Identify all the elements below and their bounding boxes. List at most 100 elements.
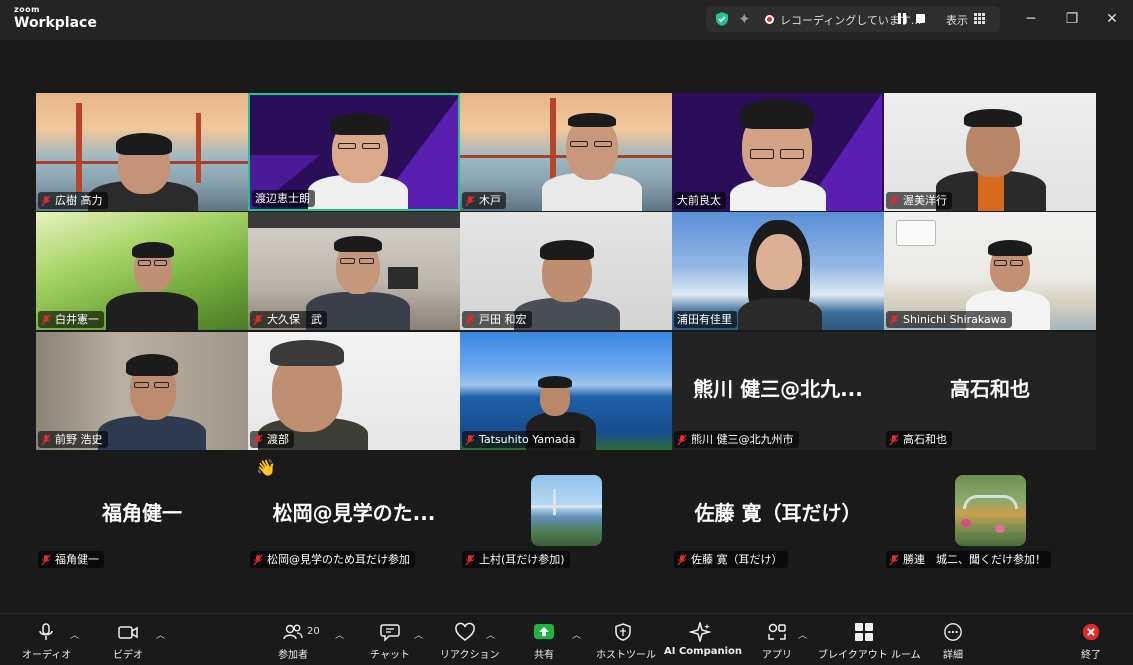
share-options-chevron-icon[interactable]: ︿ — [572, 628, 581, 641]
participant-name-label: 大久保 武 — [250, 311, 327, 328]
video-label: ビデオ — [113, 650, 143, 661]
participant-name-label: 戸田 和宏 — [462, 311, 532, 328]
chat-bubble-icon — [380, 624, 400, 642]
shield-icon — [615, 623, 631, 641]
mic-muted-icon — [253, 314, 263, 326]
participant-name-label: 勝連 城二、聞くだけ参加！ — [886, 551, 1051, 568]
mic-muted-icon — [41, 434, 51, 446]
chat-label: チャット — [370, 650, 410, 661]
zoom-logo: zoom Workplace — [14, 5, 97, 31]
no-video-tile[interactable]: 福角健一 福角健一 — [36, 452, 248, 570]
video-tile[interactable]: Tatsuhito Yamada — [460, 332, 672, 450]
grid-view-icon[interactable] — [974, 13, 985, 24]
minimize-button[interactable]: ─ — [1020, 8, 1042, 30]
video-tile[interactable]: 大久保 武 — [248, 212, 460, 330]
participant-display-name: 福角健一 — [102, 501, 182, 525]
view-button[interactable]: 表示 — [946, 12, 968, 28]
video-tile[interactable]: Shinichi Shirakawa — [884, 212, 1096, 330]
video-tile[interactable]: 浦田有佳里 — [672, 212, 884, 330]
video-tile[interactable]: 木戸 — [460, 93, 672, 211]
pause-recording-button[interactable] — [897, 13, 907, 24]
participant-name-label: Tatsuhito Yamada — [462, 431, 581, 448]
video-tile[interactable]: 前野 浩史 — [36, 332, 248, 450]
avatar — [955, 475, 1026, 546]
end-meeting-button[interactable]: 終了 — [1076, 622, 1106, 661]
breakout-rooms-button[interactable]: ブレイクアウト ルーム — [818, 622, 921, 661]
reactions-options-chevron-icon[interactable]: ︿ — [486, 628, 495, 641]
video-tile-active-speaker[interactable]: 渡辺恵士朗 — [248, 93, 460, 211]
ai-sparkle-icon — [689, 622, 711, 642]
participant-name-label: 木戸 — [462, 192, 506, 209]
mic-muted-icon — [889, 314, 899, 326]
mic-muted-icon — [41, 554, 51, 566]
mic-muted-icon — [253, 554, 263, 566]
mic-muted-icon — [253, 434, 263, 446]
apps-options-chevron-icon[interactable]: ︿ — [798, 628, 807, 641]
video-tile[interactable]: 白井憲一 — [36, 212, 248, 330]
encryption-shield-icon[interactable] — [714, 11, 730, 27]
participant-name-label: Shinichi Shirakawa — [886, 311, 1012, 328]
chat-options-chevron-icon[interactable]: ︿ — [414, 628, 423, 641]
share-label: 共有 — [534, 650, 554, 661]
ai-companion-label: AI Companion — [664, 646, 743, 657]
video-options-chevron-icon[interactable]: ︿ — [156, 628, 165, 641]
no-video-tile[interactable]: 👋 松岡@見学のた... 松岡@見学のため耳だけ参加 — [248, 452, 460, 570]
participant-display-name: 松岡@見学のた... — [272, 501, 436, 525]
apps-button[interactable]: アプリ — [762, 622, 792, 661]
participant-name-label: 白井憲一 — [38, 311, 104, 328]
audio-options-chevron-icon[interactable]: ︿ — [70, 628, 79, 641]
participant-name-label: 渡部 — [250, 431, 294, 448]
mic-muted-icon — [889, 195, 899, 207]
audio-button[interactable]: オーディオ — [22, 622, 71, 661]
ai-companion-button[interactable]: AI Companion — [664, 622, 742, 657]
video-tile[interactable]: 大前良太 — [672, 93, 884, 211]
video-tile[interactable]: 広樹 高力 — [36, 93, 248, 211]
zoom-meeting-window: zoom Workplace ✦ レコーディングしています... 表示 ─ ❐ … — [0, 0, 1133, 665]
ai-sparkle-icon[interactable]: ✦ — [738, 10, 751, 28]
chat-button[interactable]: チャット — [370, 622, 410, 661]
share-button[interactable]: 共有 — [530, 622, 558, 661]
mic-muted-icon — [465, 554, 475, 566]
no-video-tile[interactable]: 熊川 健三@北九... 熊川 健三@北九州市 — [672, 332, 884, 450]
participant-name-label: 渥美洋行 — [886, 192, 952, 209]
video-tile[interactable]: 渡部 — [248, 332, 460, 450]
participant-name-label: 松岡@見学のため耳だけ参加 — [250, 551, 415, 568]
video-button[interactable]: ビデオ — [108, 622, 148, 661]
more-button[interactable]: 詳細 — [938, 622, 968, 661]
reactions-button[interactable]: リアクション — [440, 622, 500, 661]
end-label: 終了 — [1081, 650, 1101, 661]
apps-label: アプリ — [762, 650, 792, 661]
restore-button[interactable]: ❐ — [1061, 8, 1083, 30]
brand-top: zoom — [14, 5, 40, 14]
participant-display-name: 佐藤 寛（耳だけ） — [694, 501, 862, 525]
host-tools-button[interactable]: ホストツール — [596, 622, 656, 661]
no-video-tile[interactable]: 佐藤 寛（耳だけ） 佐藤 寛（耳だけ） — [672, 452, 884, 570]
waving-hand-icon: 👋 — [256, 458, 276, 477]
reactions-label: リアクション — [440, 650, 500, 661]
breakout-rooms-label: ブレイクアウト ルーム — [818, 650, 921, 661]
mic-muted-icon — [889, 554, 899, 566]
no-video-tile[interactable]: 上村(耳だけ参加) — [460, 452, 672, 570]
microphone-icon — [39, 623, 53, 640]
participants-label: 参加者 — [278, 650, 308, 661]
mic-muted-icon — [41, 195, 51, 207]
more-label: 詳細 — [943, 650, 963, 661]
participant-name-label: 熊川 健三@北九州市 — [674, 431, 799, 448]
participant-name-label: 上村(耳だけ参加) — [462, 551, 570, 568]
video-tile[interactable]: 渥美洋行 — [884, 93, 1096, 211]
participant-name-label: 佐藤 寛（耳だけ） — [674, 551, 788, 568]
meeting-toolbar: オーディオ ︿ ビデオ ︿ 参加者 20 ︿ チャット ︿ リアクション ︿ 共… — [0, 613, 1133, 665]
video-tile[interactable]: 戸田 和宏 — [460, 212, 672, 330]
participant-display-name: 熊川 健三@北九... — [693, 377, 863, 401]
participants-options-chevron-icon[interactable]: ︿ — [335, 628, 344, 641]
participant-name-label: 高石和也 — [886, 431, 952, 448]
apps-icon — [768, 623, 786, 640]
close-button[interactable]: ✕ — [1101, 8, 1123, 30]
avatar — [531, 475, 602, 546]
participant-name-label: 浦田有佳里 — [674, 311, 737, 328]
stop-recording-button[interactable] — [916, 14, 925, 23]
participant-name-label: 大前良太 — [674, 192, 726, 209]
recording-status-bar: ✦ レコーディングしています... 表示 — [706, 6, 1000, 32]
no-video-tile[interactable]: 勝連 城二、聞くだけ参加！ — [884, 452, 1096, 570]
no-video-tile[interactable]: 高石和也 高石和也 — [884, 332, 1096, 450]
